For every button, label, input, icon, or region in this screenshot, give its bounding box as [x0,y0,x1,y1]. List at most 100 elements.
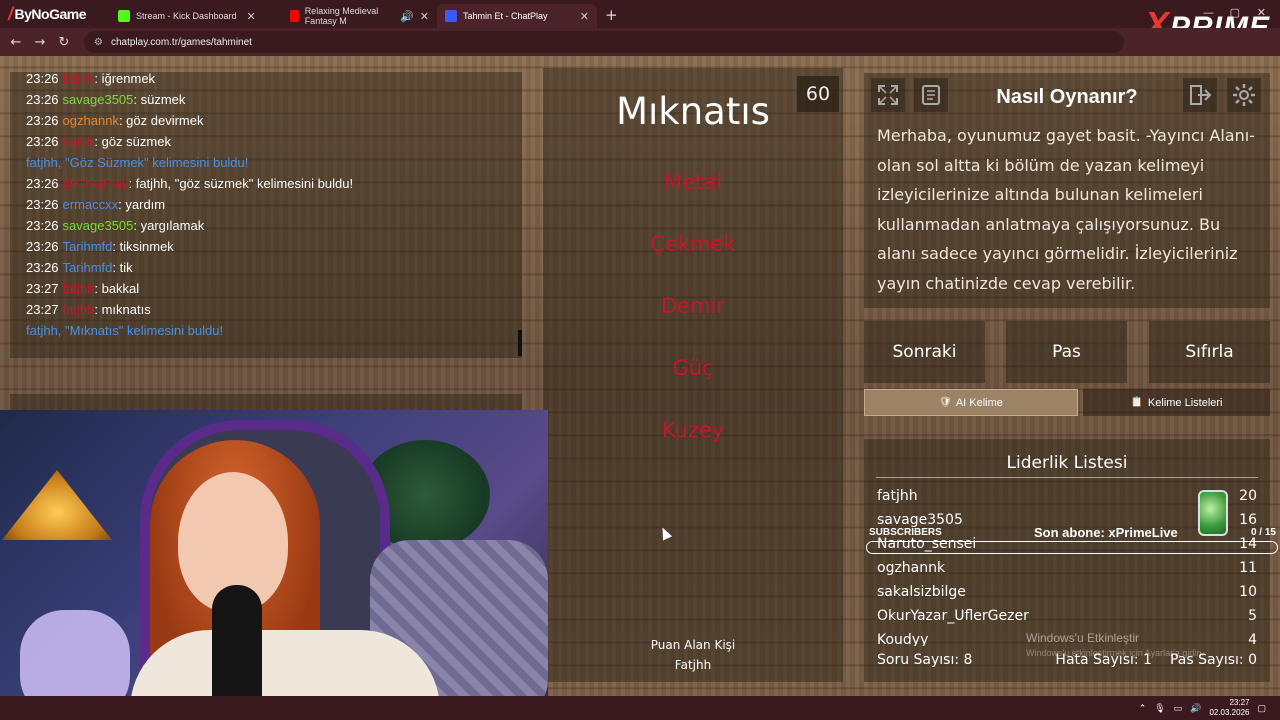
chat-username[interactable]: fatjhh [63,281,95,296]
next-button[interactable]: Sonraki [864,321,985,383]
chat-timestamp: 23:27 [26,281,59,296]
taboo-word: Demir [660,294,725,318]
chat-username[interactable]: Tarihmfd [63,239,113,254]
ai-word-button[interactable]: 🛡 AI Kelime [864,389,1078,416]
player-name: Koudyy [877,632,929,646]
subscribers-label: SUBSCRIBERS [869,527,942,538]
chat-username[interactable]: ogzhannk [63,113,119,128]
chat-message: 23:26 ogzhannk: göz devirmek [26,110,506,131]
leaderboard-row: OkurYazar_UflerGezer 5 [877,608,1257,624]
robot-icon: 🛡 [939,397,952,408]
brand-logo: / ByNoGame [8,3,86,24]
chat-timestamp: 23:26 [26,260,59,275]
player-name: sakalsizbilge [877,584,966,600]
chat-username[interactable]: ermaccxx [63,197,119,212]
chat-username[interactable]: fatjhh [63,134,95,149]
chat-message: 23:27 fatjhh: bakkal [26,278,506,299]
chat-timestamp: 23:26 [26,176,59,191]
chat-timestamp: 23:26 [26,218,59,233]
chat-message: 23:26 fatjhh: göz süzmek [26,131,506,152]
browser-tabbar: / ByNoGame Stream - Kick Dashboard ✕ Rela… [0,0,1280,45]
leaderboard-title: Liderlik Listesi [1006,453,1128,473]
ai-word-label: AI Kelime [955,396,1003,409]
subscriber-progress-bar [866,541,1278,554]
chatplay-icon [445,10,457,22]
network-icon[interactable]: ▭ [1174,703,1183,714]
reload-icon[interactable]: ↻ [52,35,76,50]
clipboard-icon: 📋 [1130,397,1143,408]
taboo-word: Güç [672,356,714,380]
chat-message: 23:26 savage3505: yargılamak [26,215,506,236]
chat-text: : göz süzmek [94,134,171,149]
subscriber-goal: SUBSCRIBERS Son abone: xPrimeLive 0 / 15 [866,523,1278,554]
subscriber-count: 0 / 15 [1250,527,1276,538]
chat-username[interactable]: savage3505 [63,92,134,107]
scorer-name: Fatjhh [674,658,712,672]
leaderboard-row: sakalsizbilge 10 [877,584,1257,600]
tab-youtube[interactable]: Relaxing Medieval Fantasy M 🔊 ✕ [282,4,437,28]
notification-icon[interactable]: ▢ [1257,703,1266,714]
taskbar: ⌃ 🎙 ▭ 🔊 23:27 02.03.2026 ▢ [0,696,1280,720]
clock-date: 02.03.2026 [1209,708,1250,717]
chat-message: 23:26 ermaccxx: yardım [26,194,506,215]
word-lists-button[interactable]: 📋 Kelime Listeleri [1083,389,1270,416]
logout-icon[interactable] [1183,78,1217,112]
close-icon[interactable]: ✕ [420,10,429,23]
scorer-label: Puan Alan Kişi [650,638,736,652]
chat-message: 23:26 Tarihmfd: tik [26,257,506,278]
tab-kick-dashboard[interactable]: Stream - Kick Dashboard ✕ [110,4,282,28]
chat-timestamp: 23:26 [26,197,59,212]
chat-timestamp: 23:26 [26,92,59,107]
forward-icon[interactable]: → [28,35,52,50]
pass-button[interactable]: Pas [1006,321,1127,383]
chat-text: : yargılamak [133,218,205,233]
clock[interactable]: 23:27 02.03.2026 [1209,698,1249,718]
chat-username[interactable]: Tarihmfd [63,260,113,275]
tab-title: Relaxing Medieval Fantasy M [304,6,379,26]
webcam-overlay [0,410,548,720]
chat-text: : tik [112,260,133,275]
player-name: fatjhh [877,488,918,504]
chat-text: : tiksinmek [112,239,174,254]
leaderboard-divider [876,477,1258,478]
chevron-up-icon[interactable]: ⌃ [1139,703,1147,714]
taboo-word: Kuzey [661,418,725,442]
site-info-icon[interactable]: ⚙ [94,37,103,48]
mic-icon[interactable]: 🎙 [1154,703,1165,714]
chat-message: 23:26 @ChatPlay: fatjhh, "göz süzmek" kel… [26,173,506,194]
player-name: ogzhannk [877,560,946,576]
player-score: 20 [1239,488,1257,504]
chat-messages: 23:26 fatjhh: iğrenmek 23:26 savage3505: sü… [26,72,506,341]
reset-button[interactable]: Sıfırla [1149,321,1270,383]
chat-scrollbar[interactable] [518,330,522,356]
chat-username[interactable]: @ChatPlay [63,176,129,191]
url-input[interactable]: ⚙ chatplay.com.tr/games/tahminet [84,31,1124,53]
chat-message: 23:26 savage3505: süzmek [26,89,506,110]
close-icon[interactable]: ✕ [247,10,256,23]
tab-chatplay[interactable]: Tahmin Et - ChatPlay ✕ [437,4,597,28]
chat-username[interactable]: savage3505 [63,218,134,233]
chat-text: : mıknatıs [94,302,151,317]
chat-username[interactable]: fatjhh [63,302,95,317]
speaker-icon[interactable]: 🔊 [400,10,414,23]
chat-text: : fatjhh, "göz süzmek" kelimesini buldu! [128,176,354,191]
new-tab-button[interactable]: + [605,6,618,24]
close-icon[interactable]: ✕ [580,10,589,23]
clock-time: 23:27 [1229,698,1250,707]
chat-timestamp: 23:26 [26,239,59,254]
howto-text: Merhaba, oyunumuz gayet basit. -Yayıncı … [877,126,1255,293]
chat-timestamp: 23:26 [26,72,59,86]
youtube-icon [290,10,299,22]
last-subscriber: Son abone: xPrimeLive [1034,525,1178,540]
chat-username[interactable]: fatjhh [63,72,95,86]
chat-panel: 23:26 fatjhh: iğrenmek 23:26 savage3505: sü… [10,72,522,358]
chat-timestamp: 23:27 [26,302,59,317]
chat-message: 23:26 Tarihmfd: tiksinmek [26,236,506,257]
chat-message: 23:26 fatjhh: iğrenmek [26,72,506,89]
taboo-word: Çekmek [650,232,736,256]
back-icon[interactable]: ← [4,35,28,50]
question-count: Soru Sayısı: 8 [877,652,973,668]
player-score: 10 [1239,584,1257,600]
volume-icon[interactable]: 🔊 [1190,703,1201,714]
gear-icon[interactable] [1227,78,1261,112]
